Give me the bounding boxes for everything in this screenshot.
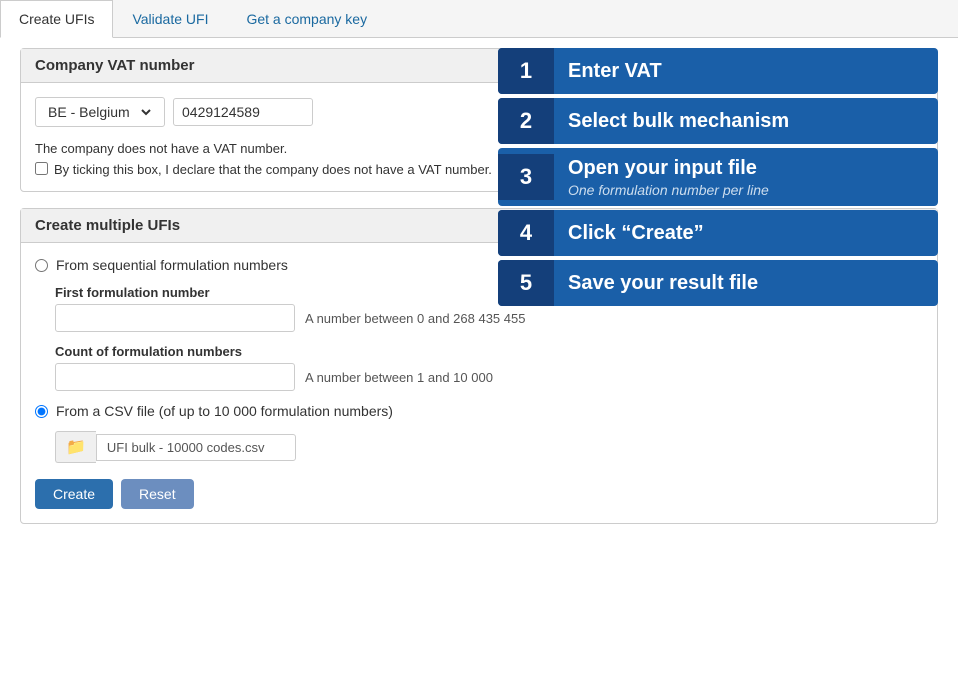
tab-create-ufis[interactable]: Create UFIs (0, 0, 113, 38)
step-4-title: Click “Create” (568, 221, 924, 245)
tab-validate-ufi[interactable]: Validate UFI (113, 0, 227, 37)
first-number-input[interactable] (55, 304, 295, 332)
step-2-title: Select bulk mechanism (568, 109, 924, 133)
country-dropdown[interactable]: BE - Belgium (44, 103, 154, 121)
step-1-number: 1 (498, 48, 554, 94)
csv-radio[interactable] (35, 405, 48, 418)
create-button[interactable]: Create (35, 479, 113, 509)
csv-radio-label: From a CSV file (of up to 10 000 formula… (56, 403, 393, 419)
tab-bar: Create UFIs Validate UFI Get a company k… (0, 0, 958, 38)
step-3-subtitle: One formulation number per line (568, 182, 924, 198)
step-2-content: Select bulk mechanism (554, 101, 938, 141)
step-3: 3 Open your input file One formulation n… (498, 148, 938, 206)
file-name-display: UFI bulk - 10000 codes.csv (96, 434, 296, 461)
step-1: 1 Enter VAT (498, 48, 938, 94)
steps-overlay: 1 Enter VAT 2 Select bulk mechanism 3 Op… (498, 48, 938, 306)
file-browse-button[interactable]: 📁 (55, 431, 96, 463)
step-3-content: Open your input file One formulation num… (554, 148, 938, 206)
count-label: Count of formulation numbers (55, 344, 923, 359)
csv-radio-row: From a CSV file (of up to 10 000 formula… (35, 403, 923, 419)
step-5-content: Save your result file (554, 263, 938, 303)
step-2: 2 Select bulk mechanism (498, 98, 938, 144)
step-3-number: 3 (498, 154, 554, 200)
step-1-title: Enter VAT (568, 59, 924, 83)
step-4-number: 4 (498, 210, 554, 256)
step-4-content: Click “Create” (554, 213, 938, 253)
sequential-radio[interactable] (35, 259, 48, 272)
file-picker-row: 📁 UFI bulk - 10000 codes.csv (55, 431, 923, 463)
sequential-radio-label: From sequential formulation numbers (56, 257, 288, 273)
step-5-title: Save your result file (568, 271, 924, 295)
step-5-number: 5 (498, 260, 554, 306)
step-2-number: 2 (498, 98, 554, 144)
vat-input[interactable] (173, 98, 313, 126)
action-buttons: Create Reset (35, 479, 923, 509)
step-5: 5 Save your result file (498, 260, 938, 306)
step-3-title: Open your input file (568, 156, 924, 180)
reset-button[interactable]: Reset (121, 479, 194, 509)
country-select-wrapper[interactable]: BE - Belgium (35, 97, 165, 127)
count-group: Count of formulation numbers A number be… (55, 344, 923, 391)
step-4: 4 Click “Create” (498, 210, 938, 256)
no-vat-checkbox[interactable] (35, 162, 48, 175)
no-vat-checkbox-label: By ticking this box, I declare that the … (54, 162, 492, 177)
tab-get-company-key[interactable]: Get a company key (227, 0, 386, 37)
count-input[interactable] (55, 363, 295, 391)
count-hint: A number between 1 and 10 000 (305, 370, 493, 385)
first-number-hint: A number between 0 and 268 435 455 (305, 311, 525, 326)
main-content: 1 Enter VAT 2 Select bulk mechanism 3 Op… (0, 38, 958, 560)
step-1-content: Enter VAT (554, 51, 938, 91)
